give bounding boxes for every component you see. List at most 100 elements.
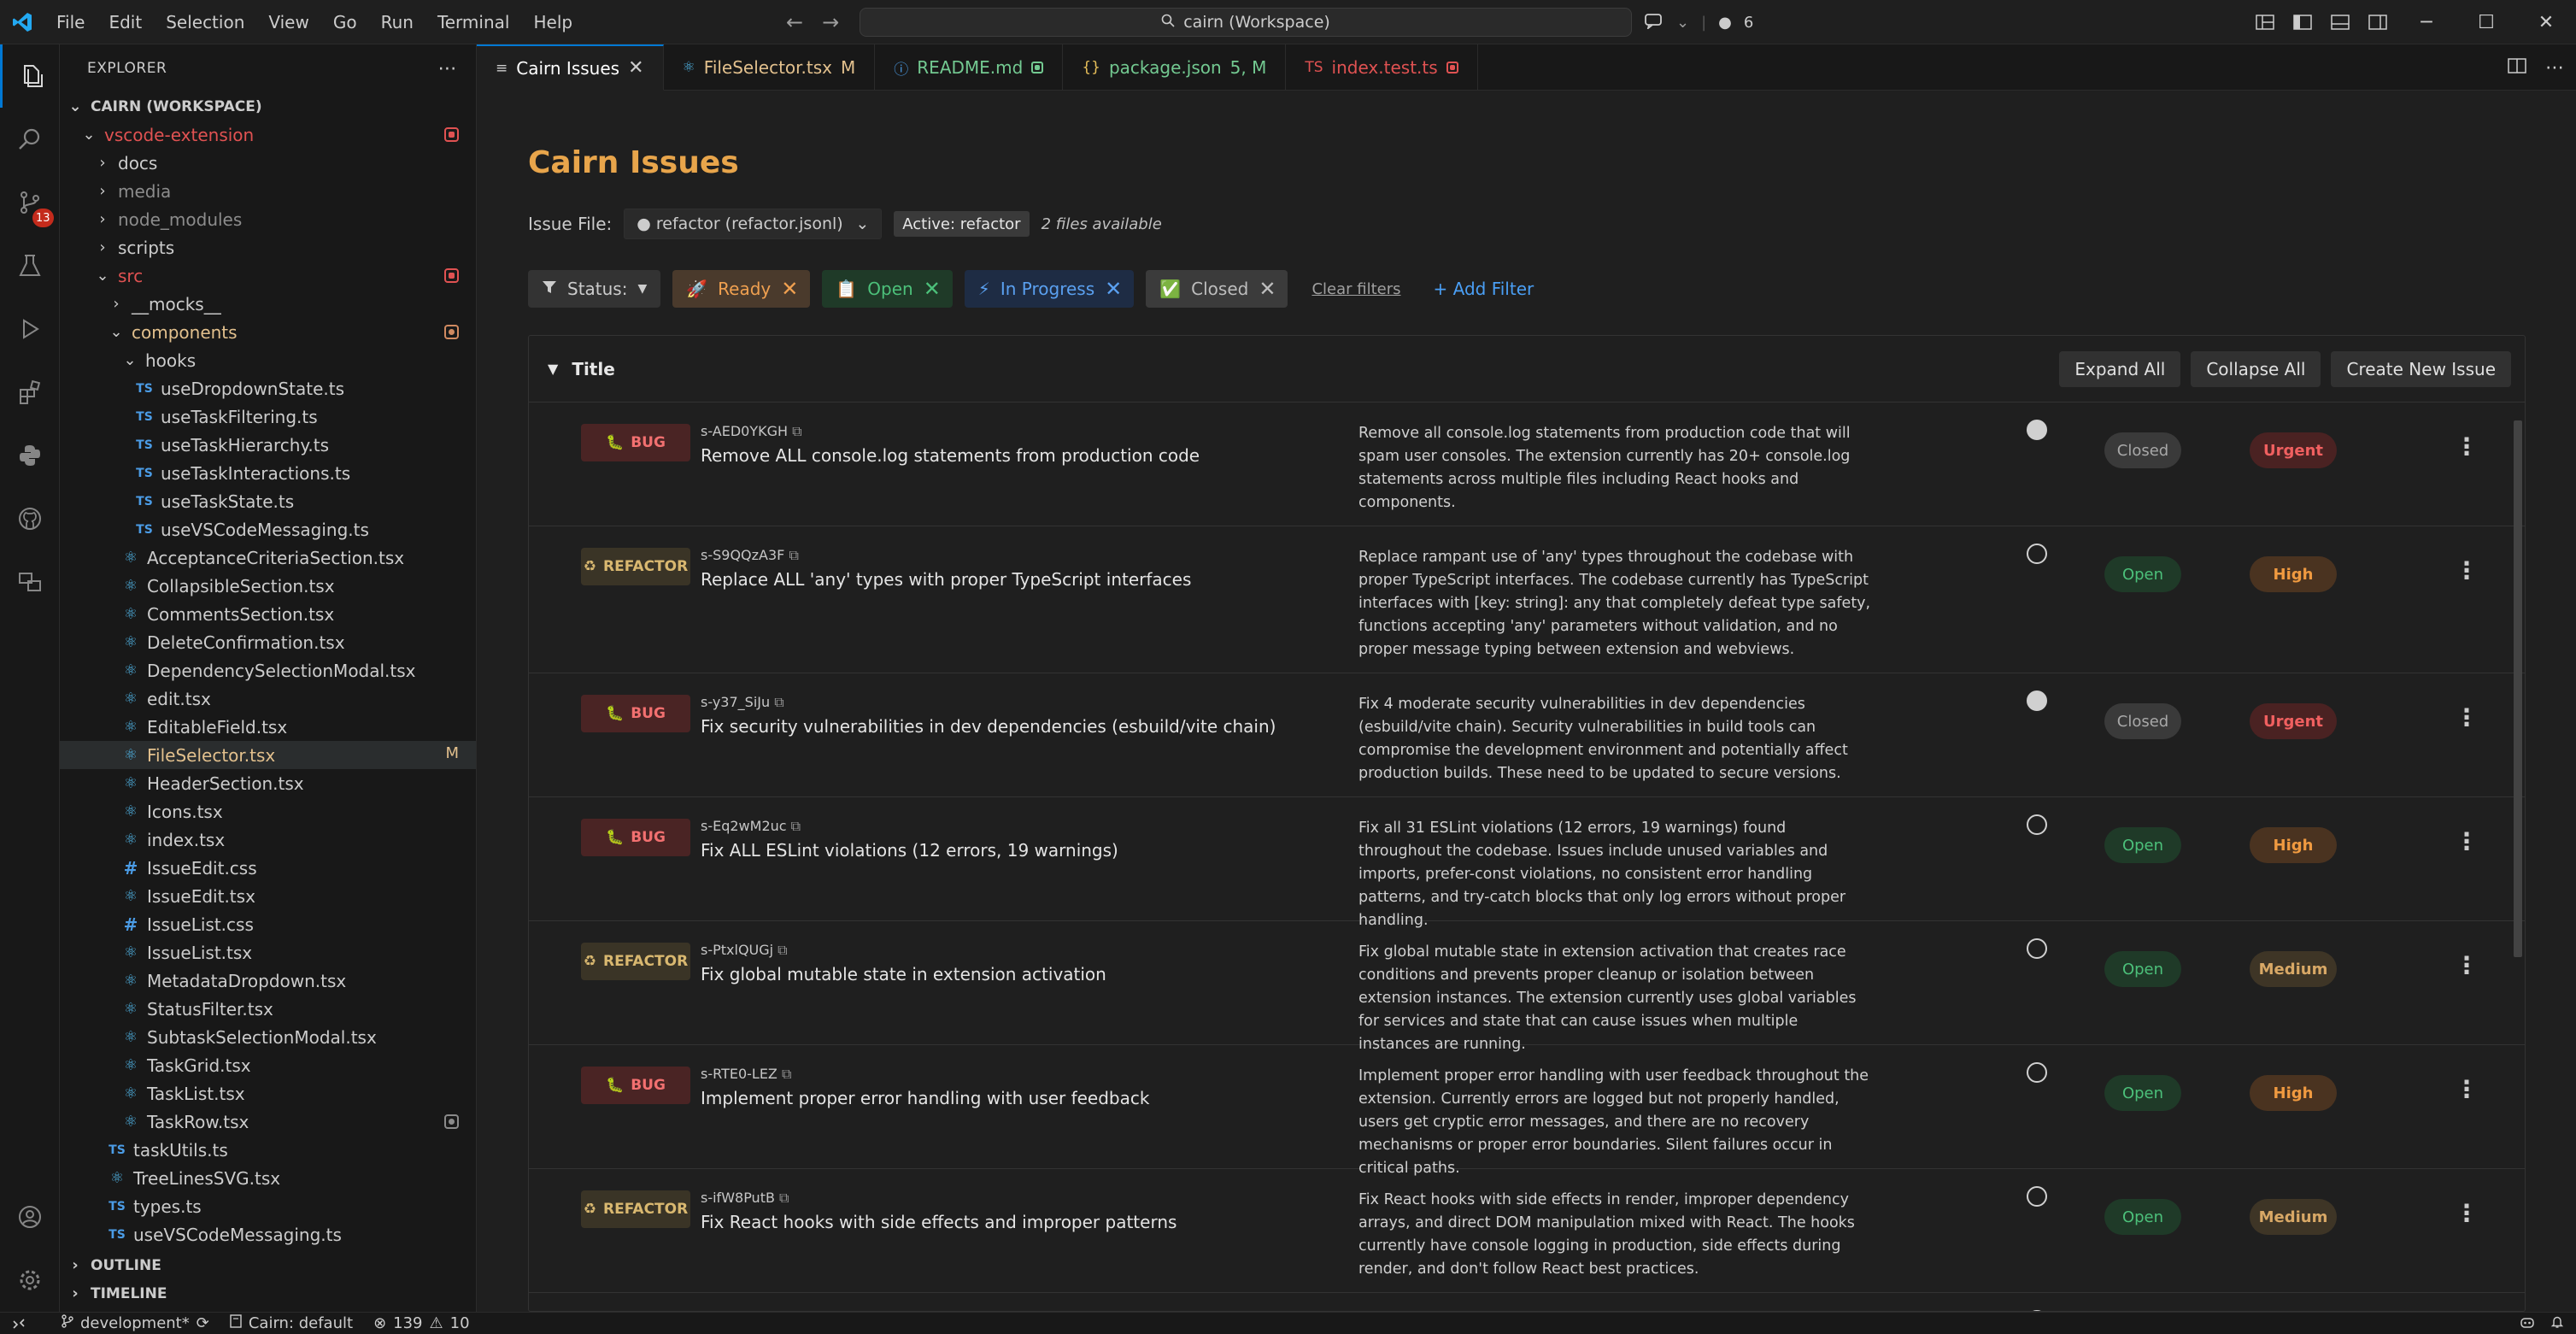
tree-item[interactable]: TS types.ts	[60, 1192, 476, 1220]
filter-chip-progress[interactable]: ⚡ In Progress ✕	[964, 270, 1135, 308]
account-icon[interactable]	[0, 1185, 60, 1249]
problems-item[interactable]: ⊗ 139 ⚠ 10	[363, 1313, 480, 1334]
menu-selection[interactable]: Selection	[154, 0, 256, 44]
copy-id-icon[interactable]: ⧉	[770, 694, 783, 710]
clear-filters-link[interactable]: Clear filters	[1311, 280, 1400, 298]
create-new-issue-button[interactable]: Create New Issue	[2331, 350, 2511, 387]
more-actions-icon[interactable]: ⋯	[2545, 57, 2564, 79]
tree-item[interactable]: ⌄ src	[60, 262, 476, 290]
explorer-icon[interactable]	[0, 44, 60, 108]
split-editor-icon[interactable]	[2508, 57, 2526, 79]
testing-flask-icon[interactable]	[0, 234, 60, 297]
status-badge[interactable]: Open	[2104, 827, 2181, 863]
priority-badge[interactable]: Urgent	[2250, 703, 2337, 739]
copy-id-icon[interactable]: ⧉	[788, 423, 801, 439]
select-radio[interactable]	[2027, 814, 2047, 835]
priority-badge[interactable]: High	[2250, 556, 2337, 592]
copy-id-icon[interactable]: ⧉	[775, 1190, 789, 1206]
issue-title[interactable]: Replace ALL 'any' types with proper Type…	[701, 569, 1191, 590]
copilot-chat-icon[interactable]	[1644, 12, 1664, 33]
copy-id-icon[interactable]: ⧉	[773, 942, 787, 958]
table-row[interactable]: ♻ REFACTOR s-PtxlQUGj ⧉ Fix global mutable …	[529, 921, 2525, 1053]
toggle-secondary-sidebar-icon[interactable]	[2359, 0, 2397, 44]
collapse-all-button[interactable]: Collapse All	[2191, 350, 2321, 387]
remove-filter-icon[interactable]: ✕	[1259, 277, 1276, 301]
close-window-icon[interactable]: ✕	[2516, 0, 2576, 44]
select-radio[interactable]	[2027, 544, 2047, 564]
layout-icon[interactable]	[2246, 0, 2284, 44]
tab-fileselector-tsx[interactable]: ⚛ FileSelector.tsx M	[664, 44, 876, 91]
copilot-status-icon[interactable]	[2520, 1315, 2535, 1333]
remote-indicator-icon[interactable]	[0, 1313, 36, 1334]
tree-item[interactable]: ⚛ StatusFilter.tsx	[60, 995, 476, 1023]
priority-badge[interactable]: Medium	[2250, 1199, 2337, 1235]
menu-help[interactable]: Help	[521, 0, 584, 44]
add-filter-button[interactable]: + Add Filter	[1434, 279, 1534, 299]
more-options-icon[interactable]: ⋮	[2455, 1075, 2479, 1103]
more-options-icon[interactable]: ⋮	[2455, 1199, 2479, 1227]
outline-section[interactable]: › OUTLINE	[60, 1251, 476, 1279]
status-badge[interactable]: Closed	[2104, 703, 2181, 739]
issue-title[interactable]: Fix security vulnerabilities in dev depe…	[701, 716, 1276, 737]
tree-item[interactable]: ⌄ components	[60, 318, 476, 346]
table-row[interactable]: 🐛BUGs-JWPTHssa ⧉Fix unreliable file watc…	[529, 1293, 2525, 1311]
tree-item[interactable]: ⚛ DependencySelectionModal.tsx	[60, 656, 476, 685]
select-radio[interactable]	[2027, 1062, 2047, 1083]
tree-item[interactable]: ⌄ hooks	[60, 346, 476, 374]
notification-count[interactable]: 6	[1744, 14, 1753, 32]
filter-chip-ready[interactable]: 🚀 Ready ✕	[672, 270, 811, 308]
table-row[interactable]: 🐛 BUG s-Eq2wM2uc ⧉ Fix ALL ESLint violation…	[529, 797, 2525, 929]
table-row[interactable]: 🐛 BUG s-y37_SiJu ⧉ Fix security vulnerabili…	[529, 673, 2525, 797]
more-options-icon[interactable]: ⋮	[2455, 556, 2479, 585]
more-options-icon[interactable]: ⋮	[2455, 703, 2479, 732]
tab-readme-md[interactable]: ⓘ README.md	[875, 44, 1064, 91]
tree-item[interactable]: TS useDropdownState.ts	[60, 374, 476, 403]
tree-item[interactable]: ⚛ edit.tsx	[60, 685, 476, 713]
branch-item[interactable]: development* ⟳	[36, 1313, 220, 1334]
cairn-profile-item[interactable]: Cairn: default	[220, 1313, 363, 1334]
tab-package-json[interactable]: {} package.json 5, M	[1063, 44, 1287, 91]
select-radio[interactable]	[2027, 938, 2047, 959]
maximize-icon[interactable]: ☐	[2456, 0, 2516, 44]
tree-item[interactable]: TS useTaskHierarchy.ts	[60, 431, 476, 459]
more-options-icon[interactable]: ⋮	[2455, 827, 2479, 855]
tree-item[interactable]: TS useVSCodeMessaging.ts	[60, 515, 476, 544]
tree-item[interactable]: ⚛ IssueList.tsx	[60, 938, 476, 967]
tree-item[interactable]: ⌄ vscode-extension	[60, 120, 476, 149]
toggle-panel-icon[interactable]	[2321, 0, 2359, 44]
issue-title[interactable]: Implement proper error handling with use…	[701, 1088, 1149, 1108]
tree-item[interactable]: › scripts	[60, 233, 476, 262]
priority-badge[interactable]: Urgent	[2250, 432, 2337, 468]
extensions-icon[interactable]	[0, 361, 60, 424]
tree-item[interactable]: ⚛ IssueEdit.tsx	[60, 882, 476, 910]
workspace-section[interactable]: ⌄ CAIRN (WORKSPACE)	[60, 92, 476, 120]
github-icon[interactable]	[0, 487, 60, 550]
tree-item[interactable]: ⚛ DeleteConfirmation.tsx	[60, 628, 476, 656]
tree-item[interactable]: TS useTaskInteractions.ts	[60, 459, 476, 487]
minimize-icon[interactable]: ─	[2397, 0, 2456, 44]
status-badge[interactable]: Open	[2104, 556, 2181, 592]
status-badge[interactable]: Open	[2104, 951, 2181, 987]
remove-filter-icon[interactable]: ✕	[1105, 277, 1122, 301]
tree-item[interactable]: ⚛ TaskGrid.tsx	[60, 1051, 476, 1079]
tree-item[interactable]: ⚛ AcceptanceCriteriaSection.tsx	[60, 544, 476, 572]
more-actions-icon[interactable]: ⋯	[438, 58, 458, 79]
tree-item[interactable]: ⚛ TreeLinesSVG.tsx	[60, 1164, 476, 1192]
menu-view[interactable]: View	[256, 0, 320, 44]
table-row[interactable]: ♻ REFACTOR s-S9QQzA3F ⧉ Replace ALL 'any' t…	[529, 526, 2525, 673]
menu-terminal[interactable]: Terminal	[425, 0, 522, 44]
issue-title[interactable]: Fix React hooks with side effects and im…	[701, 1212, 1177, 1232]
status-badge[interactable]: Closed	[2104, 432, 2181, 468]
python-icon[interactable]	[0, 424, 60, 487]
command-center-search[interactable]: cairn (Workspace)	[860, 8, 1632, 37]
tab-index-test-ts[interactable]: TS index.test.ts	[1286, 44, 1478, 91]
issue-title[interactable]: Fix global mutable state in extension ac…	[701, 964, 1106, 984]
sync-icon[interactable]: ⟳	[197, 1314, 209, 1332]
title-column-header[interactable]: ▼ Title	[548, 359, 615, 379]
more-options-icon[interactable]: ⋮	[2455, 432, 2479, 461]
menu-run[interactable]: Run	[369, 0, 425, 44]
remote-explorer-icon[interactable]	[0, 550, 60, 614]
toggle-sidebar-icon[interactable]	[2284, 0, 2321, 44]
chevron-down-icon[interactable]: ⌄	[1676, 14, 1689, 32]
notifications-bell-icon[interactable]	[2550, 1315, 2564, 1333]
